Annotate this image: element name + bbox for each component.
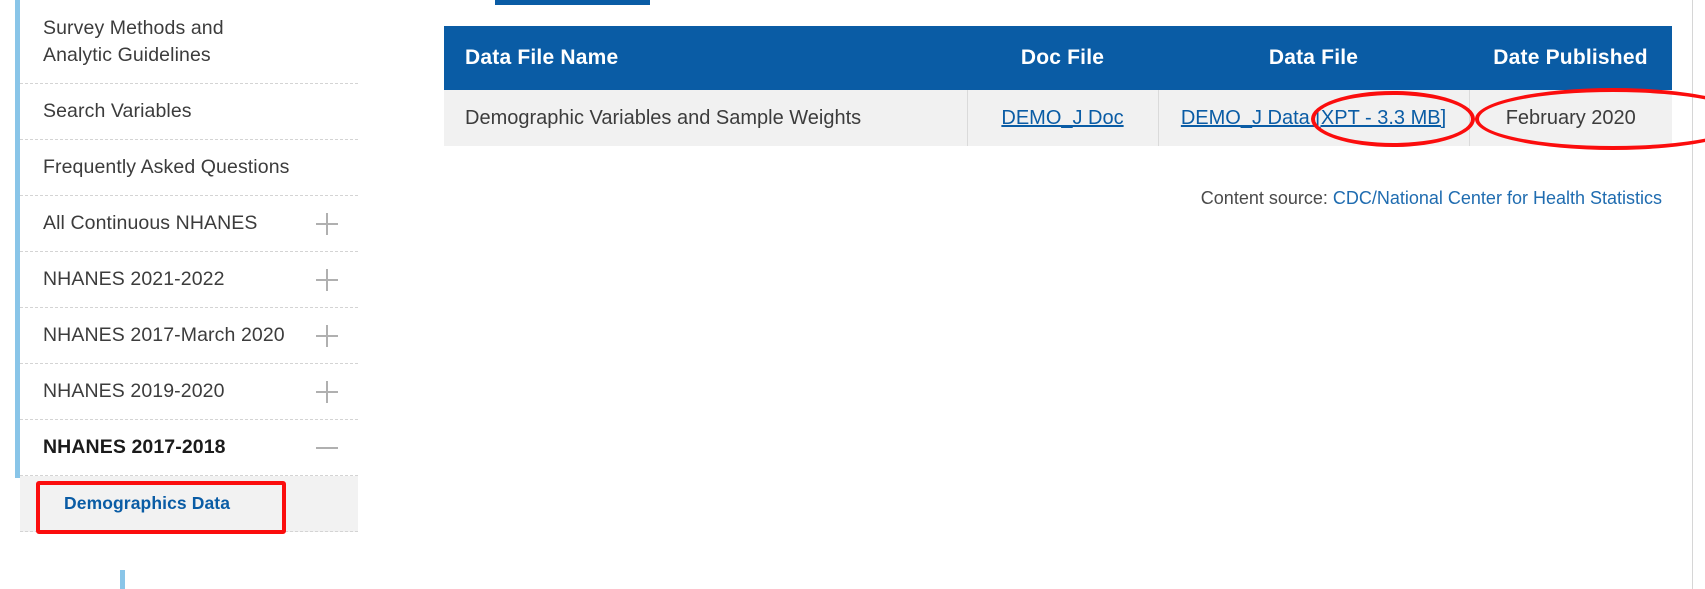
sidebar-accent-bar-lower bbox=[120, 570, 125, 589]
sidebar-subitem-label: Demographics Data bbox=[64, 493, 231, 513]
sidebar-item-label: NHANES 2017-March 2020 bbox=[43, 324, 285, 346]
plus-icon[interactable] bbox=[316, 380, 338, 403]
main-content: Data File Name Doc File Data File Date P… bbox=[410, 0, 1705, 589]
sidebar-item-search-variables[interactable]: Search Variables bbox=[20, 84, 358, 140]
table-row: Demographic Variables and Sample Weights… bbox=[444, 90, 1672, 146]
sidebar-item-list: Survey Methods and Analytic Guidelines S… bbox=[20, 0, 358, 532]
content-source-prefix: Content source: bbox=[1200, 188, 1333, 208]
sidebar-item-label: All Continuous NHANES bbox=[43, 212, 258, 234]
column-header-data-file: Data File bbox=[1158, 26, 1469, 90]
sidebar-item-label: Search Variables bbox=[43, 100, 192, 122]
sidebar-item-label: NHANES 2017-2018 bbox=[43, 436, 226, 458]
sidebar-item-label: Survey Methods and Analytic Guidelines bbox=[43, 16, 224, 66]
cell-data-file-name: Demographic Variables and Sample Weights bbox=[444, 90, 968, 146]
column-header-date-published: Date Published bbox=[1469, 26, 1672, 90]
content-source-link[interactable]: CDC/National Center for Health Statistic… bbox=[1333, 188, 1662, 208]
sidebar-item-nhanes-2021-2022[interactable]: NHANES 2021-2022 bbox=[20, 252, 358, 308]
table-body: Demographic Variables and Sample Weights… bbox=[444, 90, 1672, 146]
data-file-link[interactable]: DEMO_J Data [XPT - 3.3 MB] bbox=[1181, 107, 1446, 129]
sidebar-item-nhanes-2017-march-2020[interactable]: NHANES 2017-March 2020 bbox=[20, 308, 358, 364]
page-root: Survey Methods and Analytic Guidelines S… bbox=[0, 0, 1705, 589]
cell-data-file: DEMO_J Data [XPT - 3.3 MB] bbox=[1158, 90, 1470, 146]
doc-file-link[interactable]: DEMO_J Doc bbox=[1001, 107, 1123, 129]
plus-icon[interactable] bbox=[316, 268, 338, 291]
sidebar-item-label: NHANES 2019-2020 bbox=[43, 380, 225, 402]
cell-date-published: February 2020 bbox=[1469, 90, 1672, 146]
table-header: Data File Name Doc File Data File Date P… bbox=[444, 26, 1672, 90]
plus-icon[interactable] bbox=[316, 212, 338, 235]
minus-icon[interactable] bbox=[316, 437, 338, 459]
sidebar-item-label: NHANES 2021-2022 bbox=[43, 268, 225, 290]
sidebar-item-nhanes-2017-2018[interactable]: NHANES 2017-2018 bbox=[20, 420, 358, 476]
sidebar-item-faq[interactable]: Frequently Asked Questions bbox=[20, 140, 358, 196]
sidebar-item-nhanes-2019-2020[interactable]: NHANES 2019-2020 bbox=[20, 364, 358, 420]
page-right-border bbox=[1692, 0, 1693, 589]
plus-icon[interactable] bbox=[316, 324, 338, 347]
sidebar-item-label: Frequently Asked Questions bbox=[43, 156, 290, 178]
cell-doc-file: DEMO_J Doc bbox=[967, 90, 1159, 146]
table-header-row: Data File Name Doc File Data File Date P… bbox=[444, 26, 1672, 90]
column-header-data-file-name: Data File Name bbox=[444, 26, 967, 90]
sidebar-item-demographics-data[interactable]: Demographics Data bbox=[20, 476, 358, 532]
active-tab-underline bbox=[495, 0, 650, 5]
sidebar-item-survey-methods[interactable]: Survey Methods and Analytic Guidelines bbox=[20, 0, 358, 84]
sidebar-navigation: Survey Methods and Analytic Guidelines S… bbox=[0, 0, 372, 589]
sidebar-item-all-continuous-nhanes[interactable]: All Continuous NHANES bbox=[20, 196, 358, 252]
data-files-table: Data File Name Doc File Data File Date P… bbox=[444, 26, 1672, 146]
column-header-doc-file: Doc File bbox=[967, 26, 1158, 90]
content-source: Content source: CDC/National Center for … bbox=[1201, 188, 1662, 209]
